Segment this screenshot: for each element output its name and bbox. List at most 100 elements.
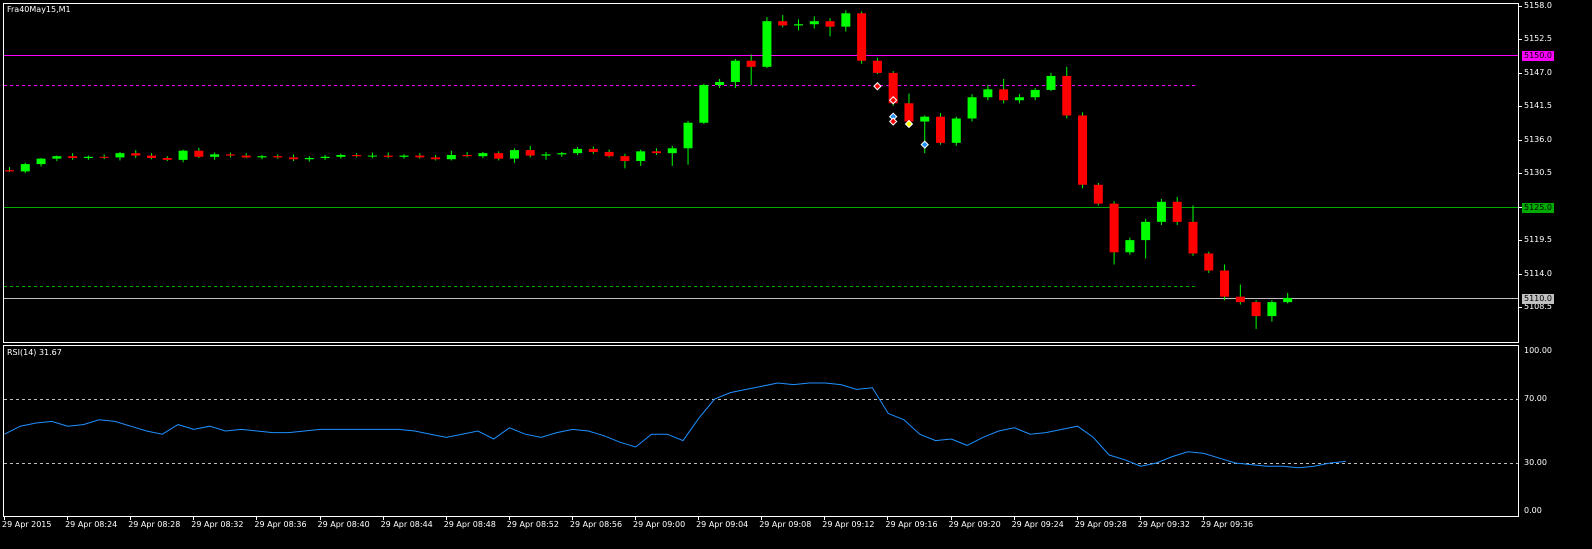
- candle-body: [320, 156, 330, 159]
- candle-body: [557, 153, 567, 155]
- candle-body: [1204, 253, 1214, 271]
- candle-body: [257, 156, 267, 158]
- candle-body: [147, 155, 157, 159]
- candle-body: [983, 89, 993, 98]
- candle-body: [478, 153, 488, 157]
- candle-body: [399, 155, 409, 157]
- candle-body: [273, 156, 283, 158]
- candle-body: [857, 13, 867, 61]
- candle-body: [83, 156, 93, 159]
- candle-body: [667, 148, 677, 154]
- time-tick-label: 29 Apr 08:24: [65, 520, 118, 529]
- price-tick-label: 5119.5: [1524, 235, 1552, 245]
- candle-body: [415, 155, 425, 158]
- candle-body: [920, 116, 930, 122]
- price-tick-label: 5108.5: [1524, 302, 1552, 311]
- symbol-label: Fra40May15,M1: [7, 5, 71, 14]
- candle-body: [904, 103, 914, 122]
- candle-body: [1109, 203, 1119, 253]
- candle-body: [1046, 75, 1056, 90]
- rsi-label: RSI(14) 31.67: [7, 348, 62, 357]
- candle-body: [367, 155, 377, 157]
- time-tick-label: 29 Apr 09:04: [696, 520, 749, 529]
- time-tick-label: 29 Apr 08:36: [254, 520, 307, 529]
- candle-body: [1156, 201, 1166, 222]
- candle-body: [225, 154, 235, 156]
- time-tick-label: 29 Apr 09:08: [759, 520, 812, 529]
- time-tick-label: 29 Apr 09:28: [1074, 520, 1127, 529]
- time-tick-label: 29 Apr 09:20: [948, 520, 1001, 529]
- candle-body: [52, 156, 62, 159]
- rsi-tick-label: 0.00: [1524, 506, 1542, 515]
- candle-body: [352, 154, 362, 157]
- price-tick-label: 5147.0: [1524, 67, 1552, 77]
- candle-body: [967, 97, 977, 119]
- candle-body: [604, 151, 614, 157]
- candle-body: [841, 13, 851, 27]
- candle-body: [304, 158, 314, 160]
- candle-body: [431, 157, 441, 160]
- chart-canvas[interactable]: [0, 0, 1592, 545]
- candle-body: [509, 150, 519, 159]
- candle-body: [1172, 201, 1182, 222]
- time-tick-label: 29 Apr 08:32: [191, 520, 244, 529]
- rsi-tick-label: 30.00: [1524, 458, 1547, 467]
- candle-body: [20, 164, 30, 172]
- candle-body: [194, 150, 204, 157]
- price-tick-label: 5114.0: [1524, 268, 1552, 278]
- candle-body: [162, 158, 172, 160]
- candle-body: [699, 85, 709, 123]
- candle-body: [494, 153, 504, 159]
- candle-body: [1141, 221, 1151, 241]
- candle-body: [115, 153, 125, 158]
- candle-body: [1062, 75, 1072, 116]
- candle-body: [1125, 240, 1135, 253]
- candle-body: [1093, 184, 1103, 204]
- price-tick-label: 5130.5: [1524, 168, 1552, 178]
- candle-body: [825, 21, 835, 27]
- candle-body: [383, 155, 393, 157]
- candle-body: [1283, 297, 1293, 303]
- candle-body: [651, 151, 661, 154]
- candle-body: [746, 60, 756, 67]
- candle-body: [1220, 270, 1230, 297]
- candle-body: [762, 21, 772, 67]
- candle-body: [210, 154, 220, 157]
- candle-body: [5, 170, 14, 172]
- candle-body: [636, 151, 646, 162]
- time-tick-label: 29 Apr 08:28: [128, 520, 181, 529]
- candle-body: [573, 148, 583, 154]
- candle-body: [620, 156, 630, 162]
- time-tick-label: 29 Apr 08:56: [569, 520, 623, 529]
- price-tick-label: 5141.5: [1524, 101, 1552, 111]
- candle-body: [541, 154, 551, 156]
- candle-body: [936, 116, 946, 143]
- time-tick-label: 29 Apr 08:52: [506, 520, 559, 529]
- time-tick-label: 29 Apr 09:12: [822, 520, 875, 529]
- rsi-tick-label: 70.00: [1524, 394, 1547, 403]
- candle-body: [872, 60, 882, 73]
- price-level-tag: 5150.0: [1522, 50, 1554, 61]
- price-level-tag: 5125.0: [1522, 202, 1554, 213]
- candle-body: [715, 82, 725, 86]
- price-level-tag: 5110.0: [1522, 293, 1554, 304]
- candle-body: [336, 154, 346, 157]
- candle-body: [778, 21, 788, 26]
- candle-body: [999, 89, 1009, 101]
- candle-body: [131, 153, 141, 156]
- time-tick-label: 29 Apr 08:40: [317, 520, 370, 529]
- candle-body: [1188, 221, 1198, 254]
- candle-body: [730, 60, 740, 83]
- candle-body: [462, 154, 472, 157]
- candle-body: [446, 154, 456, 160]
- time-tick-label: 29 Apr 09:32: [1137, 520, 1190, 529]
- candle-body: [36, 158, 46, 165]
- time-tick-label: 29 Apr 2015: [2, 520, 52, 529]
- candle-body: [809, 21, 819, 25]
- rsi-tick-label: 100.00: [1524, 346, 1552, 355]
- price-tick-label: 5152.5: [1524, 34, 1552, 44]
- candle-body: [1251, 302, 1261, 317]
- price-tick-label: 5136.0: [1524, 134, 1552, 144]
- candle-body: [588, 148, 598, 152]
- candle-body: [289, 157, 299, 160]
